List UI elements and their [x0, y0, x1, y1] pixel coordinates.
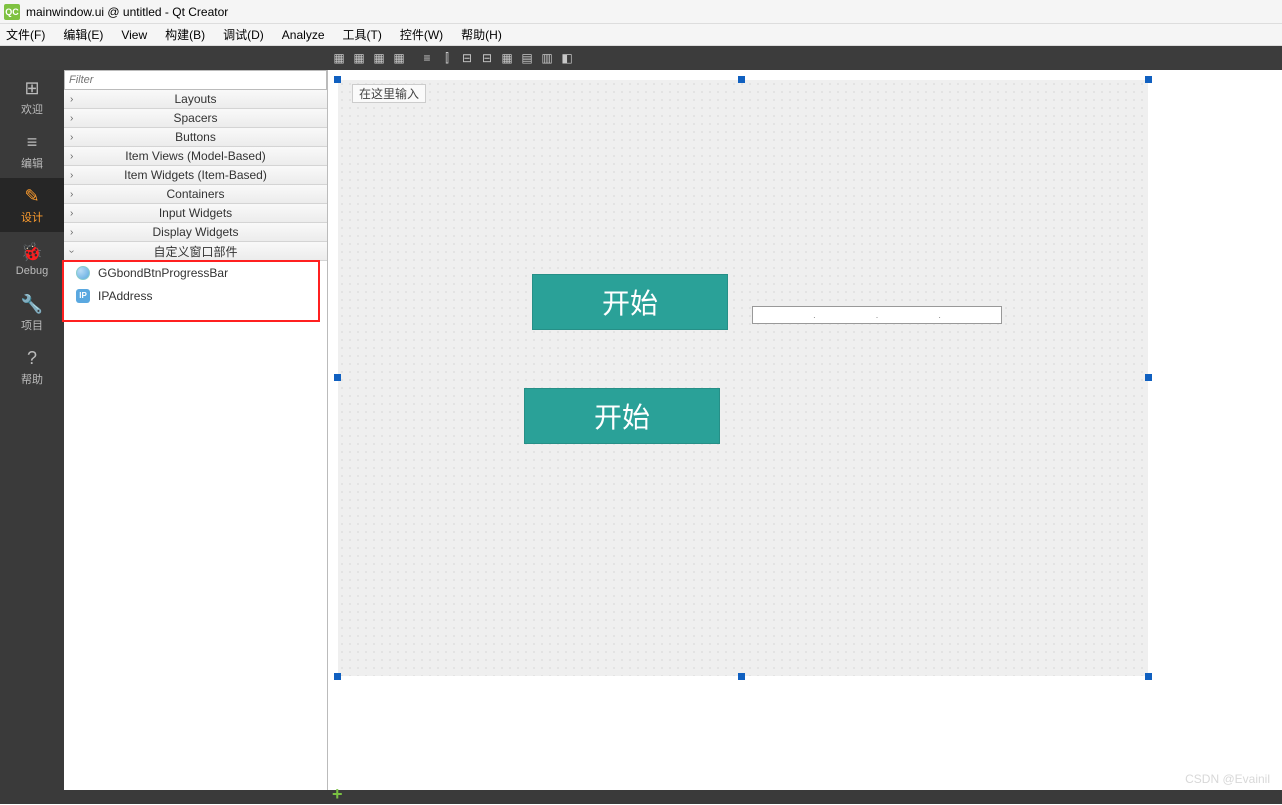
menu-file[interactable]: 文件(F): [6, 26, 45, 43]
menu-analyze[interactable]: Analyze: [282, 28, 325, 42]
chevron-down-icon: ›: [66, 249, 77, 252]
ip-address-input[interactable]: ...: [752, 306, 1002, 324]
chevron-right-icon: ›: [70, 189, 73, 200]
statusbar: +: [0, 790, 1282, 804]
menu-debug[interactable]: 调试(D): [223, 26, 264, 43]
button-start-1[interactable]: 开始: [532, 274, 728, 330]
window-titlebar: QC mainwindow.ui @ untitled - Qt Creator: [0, 0, 1282, 24]
button-start-2[interactable]: 开始: [524, 388, 720, 444]
signal-slot-icon[interactable]: ▦: [350, 49, 368, 67]
menu-view[interactable]: View: [121, 28, 147, 42]
pencil-icon: ✎: [24, 186, 39, 207]
category-custom[interactable]: ›自定义窗口部件: [64, 242, 327, 261]
menu-help[interactable]: 帮助(H): [461, 26, 502, 43]
layout-grid-icon[interactable]: ▦: [498, 49, 516, 67]
add-icon[interactable]: +: [332, 784, 343, 805]
bug-icon: 🐞: [21, 242, 43, 263]
menu-tools[interactable]: 工具(T): [343, 26, 382, 43]
designer-toolbar: ▦ ▦ ▦ ▦ ≡ ⫿ ⊟ ⊟ ▦ ▤ ▥ ◧: [0, 46, 1282, 70]
layout-h-icon[interactable]: ≡: [418, 49, 436, 67]
widget-ipaddress[interactable]: IP IPAddress: [64, 284, 327, 307]
layout-v-icon[interactable]: ⫿: [438, 49, 456, 67]
category-item-views[interactable]: ›Item Views (Model-Based): [64, 147, 327, 166]
mode-help[interactable]: ?帮助: [0, 340, 64, 394]
mode-edit[interactable]: ≡编辑: [0, 124, 64, 178]
mode-welcome[interactable]: ⊞欢迎: [0, 70, 64, 124]
main-window-form[interactable]: 在这里输入 开始 开始 ...: [338, 80, 1148, 676]
chevron-right-icon: ›: [70, 170, 73, 181]
category-input-widgets[interactable]: ›Input Widgets: [64, 204, 327, 223]
category-buttons[interactable]: ›Buttons: [64, 128, 327, 147]
layout-form-icon[interactable]: ▤: [518, 49, 536, 67]
category-containers[interactable]: ›Containers: [64, 185, 327, 204]
menu-build[interactable]: 构建(B): [165, 26, 205, 43]
widget-box: ›Layouts ›Spacers ›Buttons ›Item Views (…: [64, 70, 328, 790]
menubar-placeholder[interactable]: 在这里输入: [352, 84, 426, 103]
help-icon: ?: [27, 348, 37, 369]
mode-bar: ⊞欢迎 ≡编辑 ✎设计 🐞Debug 🔧项目 ?帮助: [0, 70, 64, 790]
category-layouts[interactable]: ›Layouts: [64, 90, 327, 109]
adjust-size-icon[interactable]: ◧: [558, 49, 576, 67]
form-editor[interactable]: 在这里输入 开始 开始 ...: [328, 70, 1282, 790]
window-title: mainwindow.ui @ untitled - Qt Creator: [26, 5, 228, 19]
menu-widgets[interactable]: 控件(W): [400, 26, 443, 43]
mode-projects[interactable]: 🔧项目: [0, 286, 64, 340]
break-layout-icon[interactable]: ▥: [538, 49, 556, 67]
widget-filter-input[interactable]: [64, 70, 327, 90]
qt-creator-logo-icon: QC: [4, 4, 20, 20]
category-display-widgets[interactable]: ›Display Widgets: [64, 223, 327, 242]
chevron-right-icon: ›: [70, 208, 73, 219]
chevron-right-icon: ›: [70, 227, 73, 238]
widget-ggbond-btn-progressbar[interactable]: GGbondBtnProgressBar: [64, 261, 327, 284]
mode-debug[interactable]: 🐞Debug: [0, 232, 64, 286]
chevron-right-icon: ›: [70, 151, 73, 162]
edit-icon: ≡: [27, 132, 38, 153]
layout-hsplit-icon[interactable]: ⊟: [458, 49, 476, 67]
edit-widgets-icon[interactable]: ▦: [330, 49, 348, 67]
watermark-text: CSDN @Evainil: [1185, 772, 1270, 786]
ip-widget-icon: IP: [76, 289, 90, 303]
menu-edit[interactable]: 编辑(E): [63, 26, 103, 43]
chevron-right-icon: ›: [70, 94, 73, 105]
grid-icon: ⊞: [24, 78, 39, 99]
category-item-widgets[interactable]: ›Item Widgets (Item-Based): [64, 166, 327, 185]
widget-icon: [76, 266, 90, 280]
category-spacers[interactable]: ›Spacers: [64, 109, 327, 128]
mode-design[interactable]: ✎设计: [0, 178, 64, 232]
tab-order-icon[interactable]: ▦: [390, 49, 408, 67]
chevron-right-icon: ›: [70, 132, 73, 143]
buddy-icon[interactable]: ▦: [370, 49, 388, 67]
wrench-icon: 🔧: [21, 294, 43, 315]
layout-vsplit-icon[interactable]: ⊟: [478, 49, 496, 67]
chevron-right-icon: ›: [70, 113, 73, 124]
menubar: 文件(F) 编辑(E) View 构建(B) 调试(D) Analyze 工具(…: [0, 24, 1282, 46]
